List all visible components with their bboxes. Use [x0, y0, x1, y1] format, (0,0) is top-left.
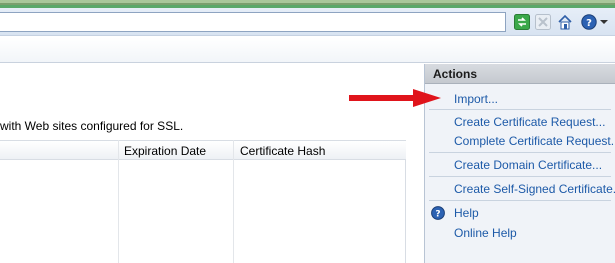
column-certificate-hash[interactable]: Certificate Hash: [240, 144, 325, 158]
home-icon[interactable]: [557, 14, 573, 30]
action-create-certificate-request[interactable]: Create Certificate Request...: [454, 115, 605, 129]
divider: [429, 152, 611, 153]
divider: [429, 109, 611, 110]
action-complete-certificate-request[interactable]: Complete Certificate Request...: [454, 134, 615, 148]
address-input[interactable]: [0, 12, 506, 32]
chevron-down-icon[interactable]: [600, 20, 608, 24]
column-separator: [233, 140, 234, 263]
stop-icon[interactable]: [535, 14, 551, 30]
actions-pane: Actions Import... Create Certificate Req…: [424, 64, 615, 263]
top-band-highlight: [0, 0, 615, 3]
help-icon[interactable]: ?: [581, 14, 597, 30]
divider: [429, 200, 611, 201]
actions-header: Actions: [425, 64, 615, 84]
refresh-go-icon[interactable]: [514, 14, 530, 30]
actions-title: Actions: [433, 67, 478, 81]
red-arrow-icon: [349, 89, 441, 107]
action-help[interactable]: Help: [454, 206, 479, 220]
address-bar: ?: [0, 8, 615, 36]
action-import[interactable]: Import...: [454, 92, 498, 106]
divider: [429, 176, 611, 177]
action-online-help[interactable]: Online Help: [454, 226, 517, 240]
action-create-domain-certificate[interactable]: Create Domain Certificate...: [454, 158, 602, 172]
svg-text:?: ?: [586, 18, 592, 29]
page-description: with Web sites configured for SSL.: [0, 119, 184, 133]
table-header: Expiration Date Certificate Hash: [0, 140, 406, 160]
column-expiration-date[interactable]: Expiration Date: [124, 144, 206, 158]
svg-text:?: ?: [435, 210, 440, 220]
action-create-self-signed-certificate[interactable]: Create Self-Signed Certificate...: [454, 182, 615, 196]
column-separator: [118, 140, 119, 263]
toolbar: [0, 37, 615, 63]
window-top-band: [0, 0, 615, 8]
help-icon: ?: [431, 206, 445, 220]
certificates-table: Expiration Date Certificate Hash: [0, 140, 406, 263]
